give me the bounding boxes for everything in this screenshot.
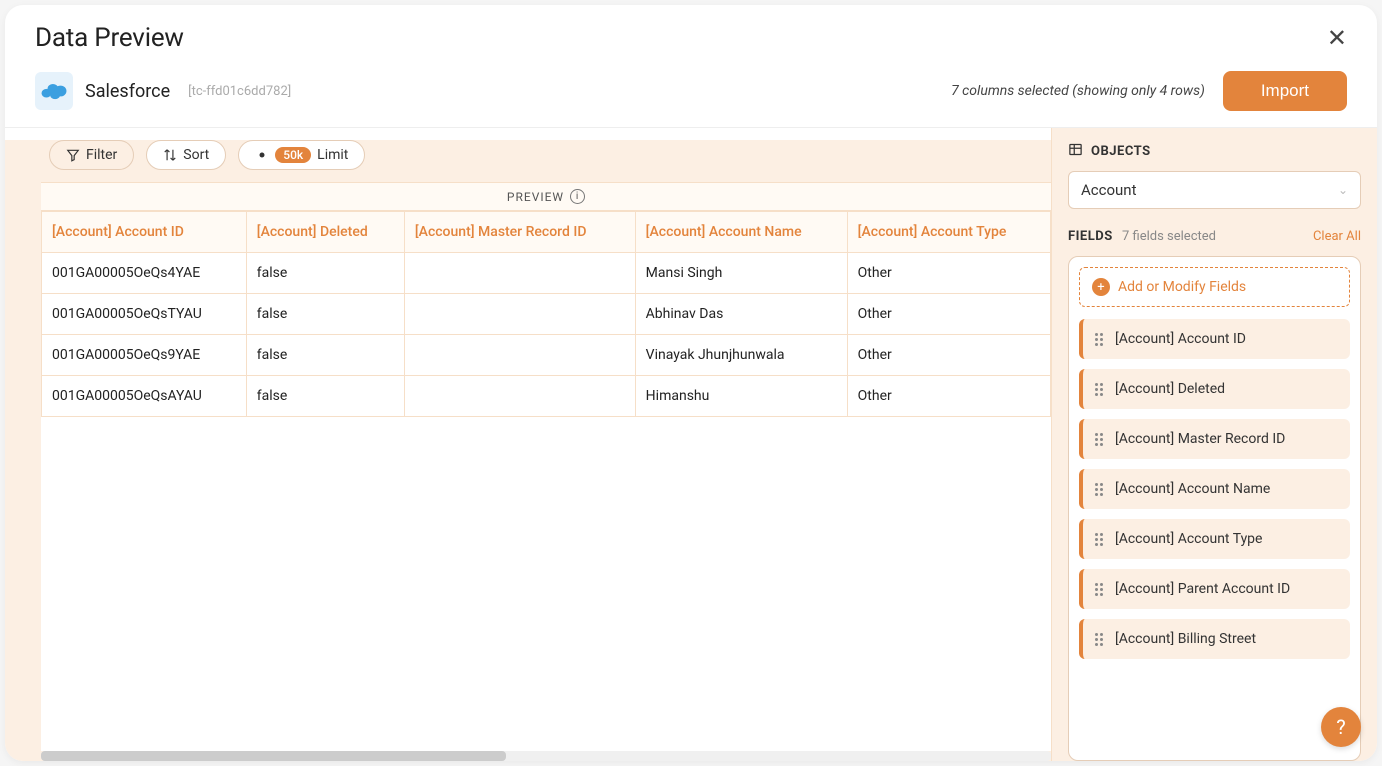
limit-label: Limit: [317, 147, 348, 163]
plus-icon: +: [1092, 278, 1110, 296]
table-cell: false: [246, 335, 404, 376]
modal-header: Data Preview ✕: [5, 5, 1377, 71]
table-row: 001GA00005OeQs9YAEfalse Vinayak Jhunjhunw…: [42, 335, 1051, 376]
table-cell: false: [246, 253, 404, 294]
limit-tag: 50k: [275, 147, 311, 163]
help-fab[interactable]: ?: [1321, 707, 1361, 747]
preview-toolbar: Filter Sort 50k Limit: [5, 140, 1051, 170]
column-header[interactable]: [Account] Master Record ID: [404, 212, 635, 253]
table-cell: Other: [847, 253, 1050, 294]
help-icon: ?: [1336, 715, 1345, 739]
sort-chip[interactable]: Sort: [146, 140, 226, 170]
salesforce-icon: [35, 72, 73, 110]
table-cell: Abhinav Das: [635, 294, 847, 335]
table-cell: Other: [847, 335, 1050, 376]
table-cell: Mansi Singh: [635, 253, 847, 294]
table-row: 001GA00005OeQs4YAEfalse Mansi SinghOther: [42, 253, 1051, 294]
field-item[interactable]: [Account] Parent Account ID: [1079, 569, 1350, 609]
preview-pane: Filter Sort 50k Limit PREVIEW: [5, 128, 1051, 761]
connector-id: [tc-ffd01c6dd782]: [188, 84, 291, 99]
objects-section-title: OBJECTS: [1068, 142, 1361, 161]
drag-handle-icon[interactable]: [1095, 483, 1105, 496]
field-item-label: [Account] Account Type: [1115, 531, 1262, 547]
add-fields-label: Add or Modify Fields: [1118, 279, 1246, 295]
table-row: 001GA00005OeQsAYAUfalse HimanshuOther: [42, 376, 1051, 417]
table-cell: Other: [847, 294, 1050, 335]
page-title: Data Preview: [35, 23, 184, 53]
add-fields-button[interactable]: + Add or Modify Fields: [1079, 267, 1350, 307]
field-item-label: [Account] Parent Account ID: [1115, 581, 1290, 597]
drag-handle-icon[interactable]: [1095, 533, 1105, 546]
table-cell: [404, 294, 635, 335]
column-header[interactable]: [Account] Deleted: [246, 212, 404, 253]
connector-info: Salesforce [tc-ffd01c6dd782]: [35, 72, 291, 110]
field-item-label: [Account] Account Name: [1115, 481, 1270, 497]
objects-label: OBJECTS: [1091, 144, 1151, 159]
filter-chip[interactable]: Filter: [49, 140, 134, 170]
drag-handle-icon[interactable]: [1095, 383, 1105, 396]
preview-table: [Account] Account ID[Account] Deleted[Ac…: [41, 211, 1051, 417]
import-button[interactable]: Import: [1223, 71, 1347, 111]
table-icon: [1068, 142, 1083, 161]
table-cell: false: [246, 294, 404, 335]
table-cell: Other: [847, 376, 1050, 417]
connector-bar: Salesforce [tc-ffd01c6dd782] 7 columns s…: [5, 71, 1377, 128]
columns-selected-info: 7 columns selected (showing only 4 rows): [951, 83, 1205, 99]
limit-icon: [255, 148, 269, 162]
column-header[interactable]: [Account] Account Name: [635, 212, 847, 253]
horizontal-scrollbar[interactable]: [41, 751, 1051, 761]
field-item[interactable]: [Account] Master Record ID: [1079, 419, 1350, 459]
data-preview-modal: Data Preview ✕ Salesforce [tc-ffd01c6dd7…: [5, 5, 1377, 761]
table-cell: false: [246, 376, 404, 417]
info-icon[interactable]: i: [570, 189, 585, 204]
table-cell: 001GA00005OeQs4YAE: [42, 253, 247, 294]
field-item-label: [Account] Master Record ID: [1115, 431, 1285, 447]
field-item[interactable]: [Account] Billing Street: [1079, 619, 1350, 659]
fields-box: + Add or Modify Fields [Account] Account…: [1068, 256, 1361, 761]
field-item-label: [Account] Account ID: [1115, 331, 1246, 347]
fields-header: FIELDS 7 fields selected Clear All: [1068, 229, 1361, 244]
table-cell: [404, 253, 635, 294]
table-cell: 001GA00005OeQs9YAE: [42, 335, 247, 376]
limit-chip[interactable]: 50k Limit: [238, 140, 365, 170]
connector-actions: 7 columns selected (showing only 4 rows)…: [951, 71, 1347, 111]
filter-icon: [66, 148, 80, 162]
field-item[interactable]: [Account] Deleted: [1079, 369, 1350, 409]
drag-handle-icon[interactable]: [1095, 433, 1105, 446]
table-cell: Himanshu: [635, 376, 847, 417]
fields-label: FIELDS: [1068, 229, 1113, 244]
field-item-label: [Account] Deleted: [1115, 381, 1225, 397]
table-cell: 001GA00005OeQsTYAU: [42, 294, 247, 335]
table-cell: [404, 376, 635, 417]
preview-label-row: PREVIEW i: [41, 182, 1051, 211]
field-item[interactable]: [Account] Account Name: [1079, 469, 1350, 509]
object-select[interactable]: Account ⌄: [1068, 171, 1361, 209]
preview-label: PREVIEW: [507, 190, 564, 204]
table-cell: Vinayak Jhunjhunwala: [635, 335, 847, 376]
drag-handle-icon[interactable]: [1095, 333, 1105, 346]
field-item[interactable]: [Account] Account ID: [1079, 319, 1350, 359]
body-wrap: Filter Sort 50k Limit PREVIEW: [5, 128, 1377, 761]
preview-outer: Filter Sort 50k Limit PREVIEW: [5, 140, 1051, 761]
table-scroll[interactable]: [Account] Account ID[Account] Deleted[Ac…: [41, 211, 1051, 751]
sort-label: Sort: [183, 147, 209, 163]
clear-all-link[interactable]: Clear All: [1313, 229, 1361, 244]
drag-handle-icon[interactable]: [1095, 633, 1105, 646]
column-header[interactable]: [Account] Account ID: [42, 212, 247, 253]
table-cell: 001GA00005OeQsAYAU: [42, 376, 247, 417]
field-item-label: [Account] Billing Street: [1115, 631, 1256, 647]
connector-name: Salesforce: [85, 81, 170, 102]
sidebar: OBJECTS Account ⌄ FIELDS 7 fields select…: [1051, 128, 1377, 761]
field-item[interactable]: [Account] Account Type: [1079, 519, 1350, 559]
drag-handle-icon[interactable]: [1095, 583, 1105, 596]
chevron-down-icon: ⌄: [1338, 183, 1348, 197]
object-selected-value: Account: [1081, 181, 1137, 199]
table-row: 001GA00005OeQsTYAUfalse Abhinav DasOther: [42, 294, 1051, 335]
filter-label: Filter: [86, 147, 117, 163]
fields-selected-count: 7 fields selected: [1122, 229, 1216, 244]
table-cell: [404, 335, 635, 376]
close-icon[interactable]: ✕: [1327, 26, 1347, 50]
column-header[interactable]: [Account] Account Type: [847, 212, 1050, 253]
sort-icon: [163, 148, 177, 162]
